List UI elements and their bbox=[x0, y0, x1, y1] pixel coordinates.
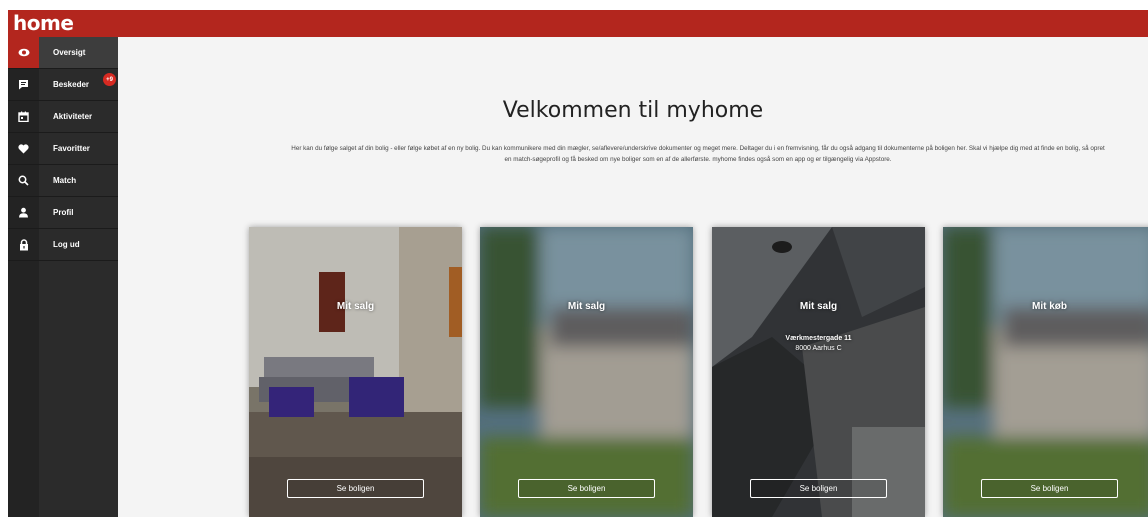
property-card[interactable]: Mit køb Se boligen bbox=[943, 227, 1148, 517]
sidebar-item-label: Beskeder bbox=[53, 80, 90, 89]
top-bar: home bbox=[8, 10, 1148, 37]
property-card[interactable]: Mit salg Se boligen bbox=[249, 227, 462, 517]
card-title: Mit salg bbox=[567, 301, 606, 312]
card-title: Mit køb bbox=[1032, 301, 1067, 312]
sidebar-item-profil[interactable]: Profil bbox=[8, 197, 118, 229]
page-title: Velkommen til myhome bbox=[502, 98, 764, 123]
heart-icon bbox=[8, 133, 39, 164]
property-photo bbox=[249, 227, 462, 517]
property-photo bbox=[712, 227, 925, 517]
see-property-button[interactable]: Se boligen bbox=[518, 479, 655, 498]
sidebar: Oversigt Beskeder +9 Aktiviteter Favorit… bbox=[8, 37, 118, 517]
main-content: Velkommen til myhome Her kan du følge sa… bbox=[118, 37, 1148, 517]
eye-icon bbox=[8, 37, 39, 68]
sidebar-item-label: Favoritter bbox=[53, 144, 90, 153]
property-card[interactable]: Mit salg Værkmestergade 11 8000 Aarhus C… bbox=[712, 227, 925, 517]
sidebar-item-match[interactable]: Match bbox=[8, 165, 118, 197]
sidebar-item-label: Oversigt bbox=[53, 48, 86, 57]
window-edge bbox=[0, 0, 8, 517]
address-city: 8000 Aarhus C bbox=[795, 345, 842, 352]
card-address: Værkmestergade 11 8000 Aarhus C bbox=[712, 334, 925, 354]
logo[interactable]: home bbox=[13, 11, 74, 35]
see-property-button[interactable]: Se boligen bbox=[287, 479, 424, 498]
sidebar-item-aktiviteter[interactable]: Aktiviteter bbox=[8, 101, 118, 133]
see-property-button[interactable]: Se boligen bbox=[981, 479, 1118, 498]
calendar-icon bbox=[8, 101, 39, 132]
notification-badge: +9 bbox=[103, 73, 116, 86]
sidebar-item-favoritter[interactable]: Favoritter bbox=[8, 133, 118, 165]
sidebar-item-label: Profil bbox=[53, 208, 74, 217]
search-icon bbox=[8, 165, 39, 196]
sidebar-item-oversigt[interactable]: Oversigt bbox=[8, 37, 118, 69]
see-property-button[interactable]: Se boligen bbox=[750, 479, 887, 498]
card-title: Mit salg bbox=[799, 301, 838, 312]
sidebar-item-beskeder[interactable]: Beskeder +9 bbox=[8, 69, 118, 101]
sidebar-item-label: Match bbox=[53, 176, 77, 185]
property-card[interactable]: Mit salg Se boligen bbox=[480, 227, 693, 517]
sidebar-item-label: Aktiviteter bbox=[53, 112, 93, 121]
message-icon bbox=[8, 69, 39, 100]
intro-text: Her kan du følge salget af din bolig - e… bbox=[291, 145, 1105, 163]
address-street: Værkmestergade 11 bbox=[785, 335, 852, 342]
user-icon bbox=[8, 197, 39, 228]
property-photo bbox=[480, 227, 693, 517]
sidebar-item-logout[interactable]: Log ud bbox=[8, 229, 118, 261]
card-title: Mit salg bbox=[336, 301, 375, 312]
lock-icon bbox=[8, 229, 39, 260]
sidebar-item-label: Log ud bbox=[53, 240, 80, 249]
property-photo bbox=[943, 227, 1148, 517]
